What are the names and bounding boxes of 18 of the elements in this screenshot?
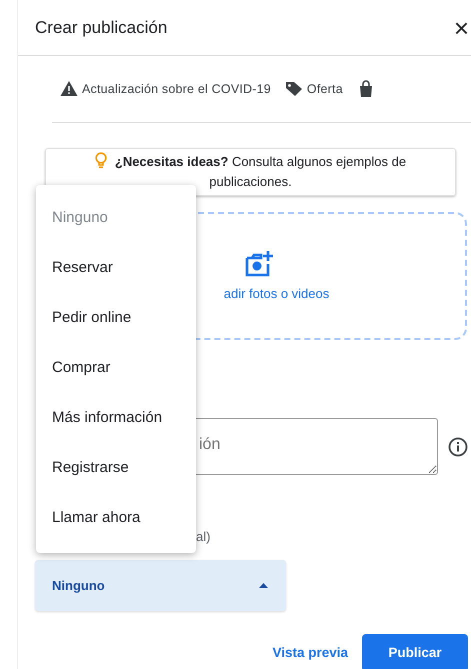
lightbulb-icon <box>94 152 107 169</box>
action-select[interactable]: Ninguno <box>35 560 286 611</box>
add-photo-icon <box>244 250 274 278</box>
category-tab[interactable]: Actualización sobre el COVID-19 <box>60 80 271 98</box>
preview-button[interactable]: Vista previa <box>272 642 348 663</box>
dialog-title: Crear publicación <box>35 16 168 39</box>
menu-item[interactable]: Comprar <box>36 343 196 393</box>
media-label: adir fotos o videos <box>222 284 330 303</box>
category-tab[interactable]: Oferta <box>284 80 343 98</box>
warning-icon <box>60 80 78 98</box>
field-label: al) <box>196 528 212 546</box>
tag-icon <box>284 80 303 98</box>
caret-up-icon <box>259 582 268 588</box>
info-icon[interactable] <box>448 436 468 457</box>
menu-item[interactable]: Llamar ahora <box>36 493 196 543</box>
close-button[interactable]: × <box>454 14 471 40</box>
tip-text: ¿Necesitas ideas? Consulta algunos ejemplos de publicaciones. <box>114 154 406 190</box>
publish-button[interactable]: Publicar <box>362 634 468 669</box>
